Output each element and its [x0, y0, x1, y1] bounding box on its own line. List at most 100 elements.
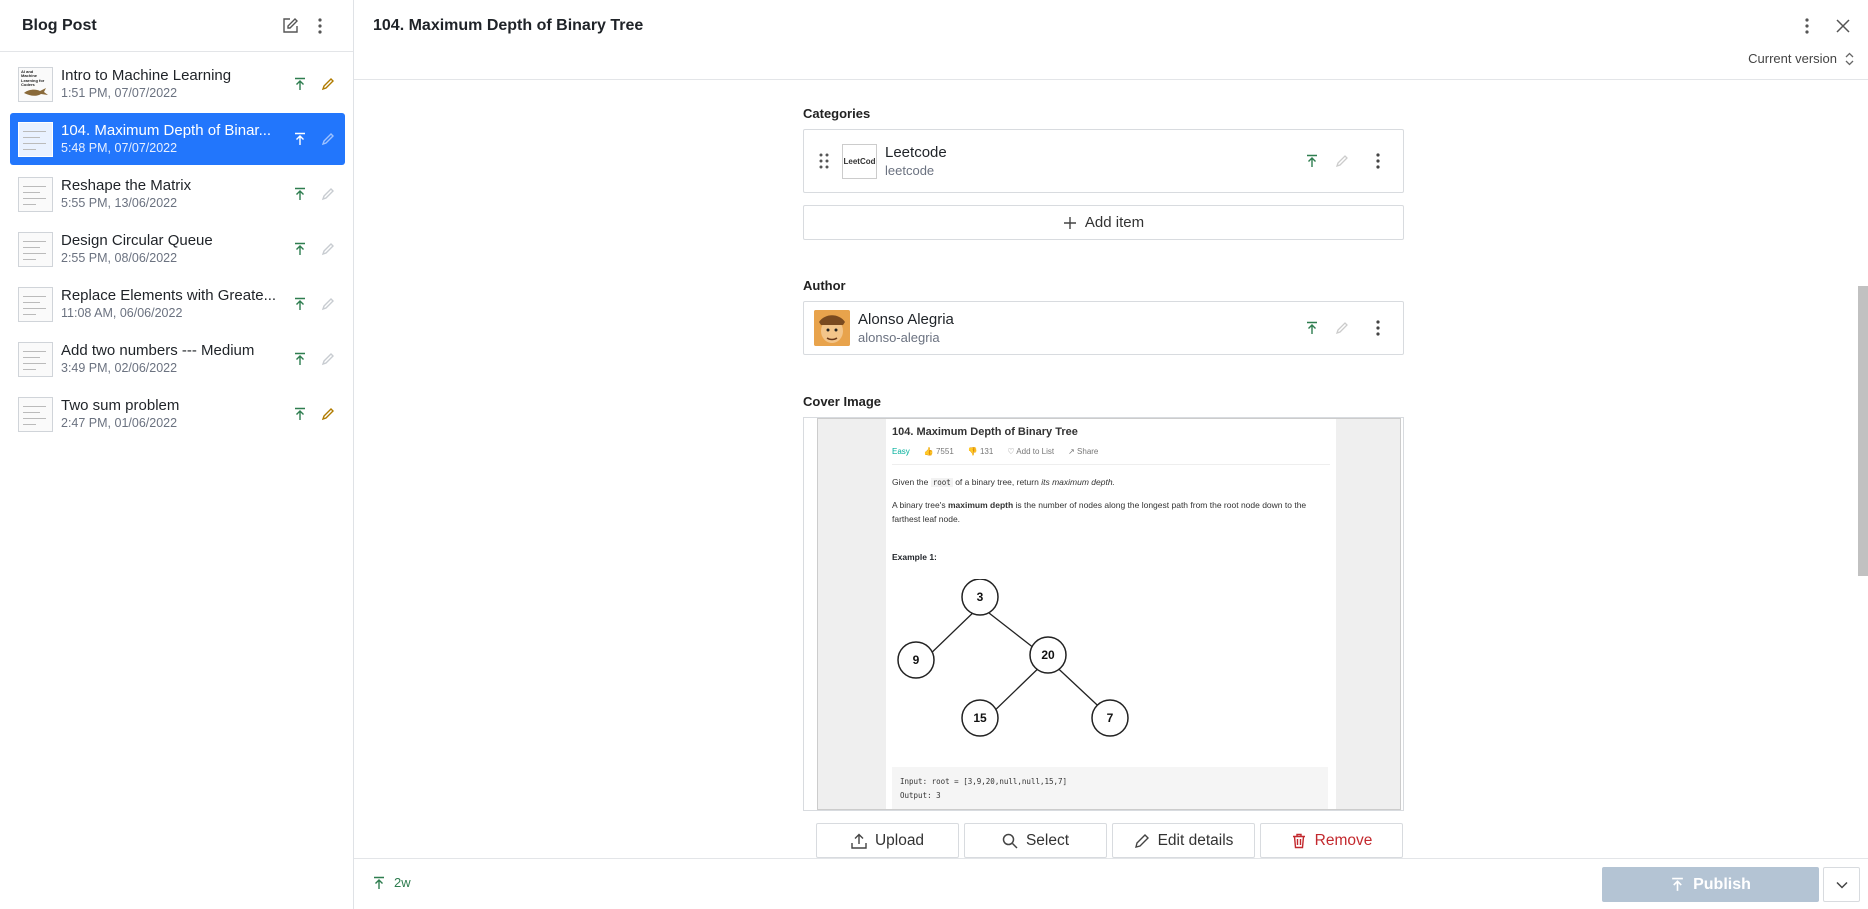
binary-tree-diagram: 3 9 20 15 7 — [897, 579, 1129, 737]
document-thumbnail: AI and Machine Learning for Coders — [18, 66, 53, 102]
document-list-item[interactable]: Add two numbers --- Medium 3:49 PM, 02/0… — [10, 333, 345, 385]
document-list-pane: Blog Post AI and Machine Learning for Co… — [0, 0, 354, 909]
author-reference[interactable]: Alonso Alegria alonso-alegria — [803, 301, 1404, 355]
p1-b: of a binary tree, return — [955, 477, 1039, 487]
published-icon — [1303, 152, 1321, 170]
add-item-button[interactable]: Add item — [803, 205, 1404, 240]
published-icon — [291, 185, 309, 203]
upload-button[interactable]: Upload — [816, 823, 959, 858]
select-label: Select — [1025, 831, 1070, 849]
document-title: Reshape the Matrix — [61, 177, 192, 194]
category-text: Leetcode leetcode — [885, 144, 1303, 179]
problem-statement: Given the root of a binary tree, return … — [892, 475, 1330, 490]
document-date: 11:08 AM, 06/06/2022 — [61, 306, 183, 320]
category-reference[interactable]: LeetCod Leetcode leetcode — [803, 129, 1404, 193]
add-to-list: ♡ Add to List — [1007, 447, 1055, 456]
editor-header: 104. Maximum Depth of Binary Tree Curren… — [354, 0, 1868, 80]
example-io: Input: root = [3,9,20,null,null,15,7] Ou… — [892, 767, 1328, 809]
output-line: Output: 3 — [900, 791, 941, 800]
pane-header: Blog Post — [0, 0, 353, 52]
document-list-item[interactable]: Reshape the Matrix 5:55 PM, 13/06/2022 — [10, 168, 345, 220]
input-line: Input: root = [3,9,20,null,null,15,7] — [900, 777, 1068, 786]
remove-button[interactable]: Remove — [1260, 823, 1403, 858]
pane-title: Blog Post — [22, 16, 97, 34]
author-menu-icon[interactable] — [1363, 313, 1393, 343]
problem-screenshot: 104. Maximum Depth of Binary Tree Easy 👍… — [886, 419, 1336, 809]
remove-label: Remove — [1314, 831, 1373, 849]
pane-menu-icon[interactable] — [305, 11, 335, 41]
studio-app: Blog Post AI and Machine Learning for Co… — [0, 0, 1868, 909]
plus-icon — [1063, 216, 1076, 229]
document-list-item[interactable]: Replace Elements with Greate... 11:08 AM… — [10, 278, 345, 330]
document-title: Two sum problem — [61, 397, 180, 414]
document-date: 5:48 PM, 07/07/2022 — [61, 141, 178, 155]
edit-status-icon — [319, 185, 337, 203]
document-list-item[interactable]: AI and Machine Learning for Coders Intro… — [10, 58, 345, 110]
publish-menu-button[interactable] — [1823, 867, 1860, 902]
publish-label: Publish — [1693, 875, 1751, 893]
document-list-item[interactable]: 104. Maximum Depth of Binar... 5:48 PM, … — [10, 113, 345, 165]
drag-handle-icon[interactable] — [814, 153, 834, 169]
cover-image-label: Cover Image — [803, 394, 882, 409]
p2-b: maximum depth — [947, 500, 1014, 510]
author-label: Author — [803, 278, 846, 293]
document-status — [291, 405, 337, 423]
document-menu-icon[interactable] — [1792, 11, 1822, 41]
share-text: Share — [1077, 447, 1099, 456]
author-field: Author Alonso Alegria alonso-alegria — [803, 278, 1404, 355]
document-list: AI and Machine Learning for Coders Intro… — [0, 52, 353, 440]
document-text: Design Circular Queue 2:55 PM, 08/06/202… — [61, 232, 285, 266]
category-menu-icon[interactable] — [1363, 146, 1393, 176]
document-text: Two sum problem 2:47 PM, 01/06/2022 — [61, 397, 285, 431]
p1-a: Given the — [892, 477, 929, 487]
cover-image-preview[interactable]: 104. Maximum Depth of Binary Tree Easy 👍… — [803, 417, 1404, 811]
publish-button[interactable]: Publish — [1602, 867, 1819, 902]
edit-details-button[interactable]: Edit details — [1112, 823, 1255, 858]
category-title: Leetcode — [885, 143, 947, 161]
document-text: Add two numbers --- Medium 3:49 PM, 02/0… — [61, 342, 285, 376]
document-title: 104. Maximum Depth of Binar... — [61, 122, 272, 139]
document-title: Design Circular Queue — [61, 232, 213, 249]
document-title: 104. Maximum Depth of Binary Tree — [373, 17, 644, 34]
problem-title: 104. Maximum Depth of Binary Tree — [892, 426, 1078, 438]
document-list-item[interactable]: Design Circular Queue 2:55 PM, 08/06/202… — [10, 223, 345, 275]
editor-scroll-area[interactable]: Categories LeetCod Leetcode leetcode Add… — [354, 81, 1868, 858]
document-status — [291, 295, 337, 313]
document-thumbnail — [18, 396, 53, 432]
document-text: Intro to Machine Learning 1:51 PM, 07/07… — [61, 67, 285, 101]
document-status — [291, 75, 337, 93]
chevron-updown-icon — [1845, 52, 1854, 65]
published-icon — [291, 295, 309, 313]
difficulty-badge: Easy — [892, 447, 910, 456]
version-selector[interactable]: Current version — [1748, 51, 1854, 66]
document-list-item[interactable]: Two sum problem 2:47 PM, 01/06/2022 — [10, 388, 345, 440]
search-icon — [1002, 833, 1018, 849]
cover-actions: Upload Select Edit details Remove — [803, 823, 1404, 858]
author-text: Alonso Alegria alonso-alegria — [858, 311, 1303, 346]
close-icon[interactable] — [1828, 11, 1858, 41]
thumb-caption: AI and Machine Learning for Coders — [21, 68, 45, 87]
category-thumb-text: LeetCod — [843, 156, 876, 166]
select-button[interactable]: Select — [964, 823, 1107, 858]
upload-label: Upload — [874, 831, 925, 849]
cover-image: 104. Maximum Depth of Binary Tree Easy 👍… — [817, 418, 1401, 810]
published-icon — [291, 130, 309, 148]
document-text: Reshape the Matrix 5:55 PM, 13/06/2022 — [61, 177, 285, 211]
author-name: Alonso Alegria — [858, 310, 954, 328]
edit-status-icon — [319, 130, 337, 148]
document-status — [291, 240, 337, 258]
scrollbar-thumb[interactable] — [1858, 286, 1868, 576]
publish-status[interactable]: 2w — [372, 875, 411, 890]
document-date: 5:55 PM, 13/06/2022 — [61, 196, 178, 210]
edit-status-icon — [319, 405, 337, 423]
document-thumbnail — [18, 121, 53, 157]
publish-icon — [1672, 877, 1683, 891]
document-date: 1:51 PM, 07/07/2022 — [61, 86, 178, 100]
problem-definition: A binary tree's maximum depth is the num… — [892, 498, 1330, 526]
compose-icon[interactable] — [275, 11, 305, 41]
share-link: ↗ Share — [1068, 447, 1099, 456]
document-title: Replace Elements with Greate... — [61, 287, 277, 304]
published-icon — [1303, 319, 1321, 337]
published-icon — [374, 876, 384, 889]
p1-em: its maximum depth. — [1041, 477, 1115, 487]
